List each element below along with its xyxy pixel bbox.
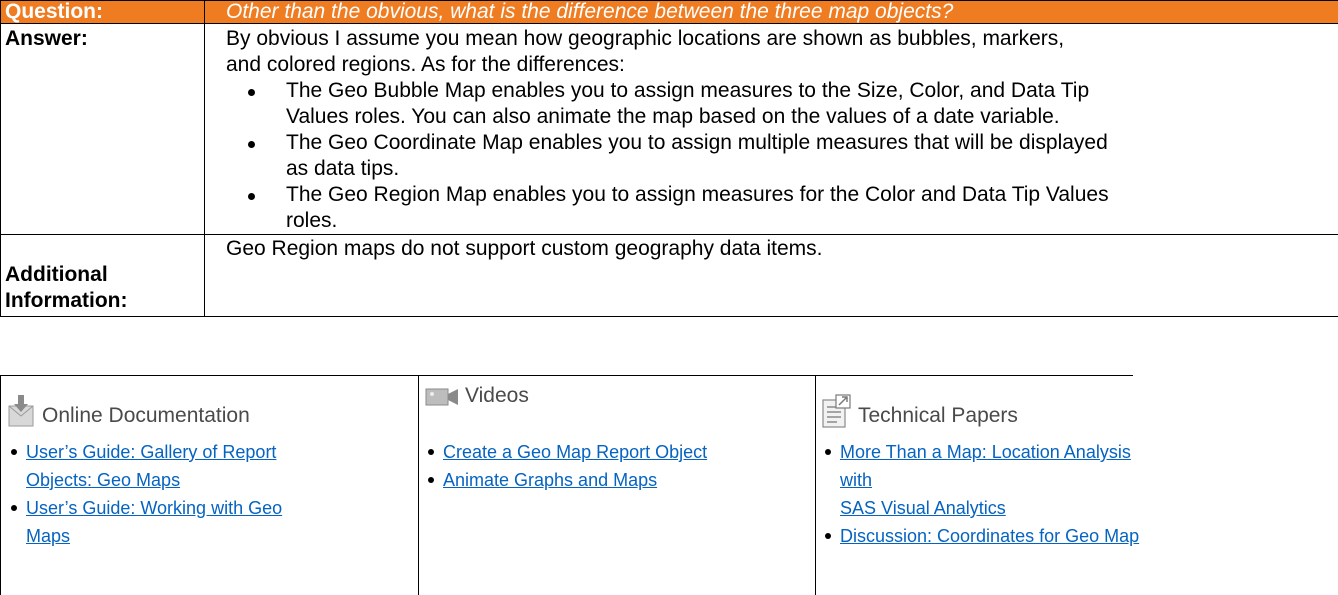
technical-papers-column: Technical Papers More Than a Map: Locati…: [822, 384, 1152, 550]
bullet-dot-icon: [428, 477, 434, 483]
paper-link-coordinates-discussion[interactable]: Discussion: Coordinates for Geo Map: [840, 526, 1139, 546]
bullet-dot-icon: [825, 449, 831, 455]
link-line: Objects: Geo Maps: [26, 470, 181, 490]
documentation-link-working-with-geo-maps[interactable]: User’s Guide: Working with Geo Maps: [26, 498, 282, 546]
online-documentation-column: Online Documentation User’s Guide: Galle…: [8, 384, 408, 550]
answer-row: Answer: By obvious I assume you mean how…: [0, 23, 1338, 235]
paper-link-location-analysis[interactable]: More Than a Map: Location Analysis with S…: [840, 442, 1131, 518]
link-line: User’s Guide: Working with Geo: [26, 498, 283, 518]
bullet-dot-icon: [428, 449, 434, 455]
list-item: Animate Graphs and Maps: [425, 466, 810, 494]
technical-papers-title: Technical Papers: [858, 404, 1018, 427]
answer-bullet-line: Values roles. You can also animate the m…: [286, 105, 1060, 128]
answer-bullet: The Geo Region Map enables you to assign…: [248, 182, 1326, 234]
resources-divider: [815, 375, 816, 595]
bullet-dot-icon: [11, 449, 17, 455]
bullet-dot-icon: [248, 141, 255, 148]
resources-left-border: [0, 375, 1, 595]
answer-label: Answer:: [0, 23, 205, 235]
answer-bullet-line: roles.: [286, 209, 338, 232]
bullet-dot-icon: [248, 193, 255, 200]
videos-link-list: Create a Geo Map Report Object Animate G…: [425, 438, 810, 494]
bullet-dot-icon: [248, 89, 255, 96]
document-download-icon: [8, 394, 36, 428]
papers-link-list: More Than a Map: Location Analysis with S…: [822, 438, 1152, 550]
video-link-create-geo-map[interactable]: Create a Geo Map Report Object: [443, 442, 707, 462]
online-documentation-header: Online Documentation: [8, 384, 408, 428]
question-label: Question:: [0, 0, 205, 24]
additional-info-row: Additional Information: Geo Region maps …: [0, 234, 1338, 317]
videos-title: Videos: [465, 384, 529, 407]
video-link-animate-graphs[interactable]: Animate Graphs and Maps: [443, 470, 657, 490]
list-item: User’s Guide: Working with Geo Maps: [8, 494, 408, 550]
answer-body: By obvious I assume you mean how geograp…: [204, 23, 1338, 235]
resources-divider: [418, 375, 419, 595]
link-line: More Than a Map: Location Analysis with: [840, 442, 1131, 490]
answer-bullet-line: The Geo Region Map enables you to assign…: [286, 183, 1109, 206]
answer-bullet-line: The Geo Bubble Map enables you to assign…: [286, 79, 1090, 102]
documentation-link-gallery[interactable]: User’s Guide: Gallery of Report Objects: …: [26, 442, 276, 490]
qa-table: Question: Other than the obvious, what i…: [0, 0, 1338, 317]
answer-bullet-line: The Geo Coordinate Map enables you to as…: [286, 131, 1108, 154]
additional-info-label: Additional Information:: [0, 234, 205, 317]
list-item: Discussion: Coordinates for Geo Map: [822, 522, 1152, 550]
video-camera-icon: [425, 386, 459, 408]
online-documentation-title: Online Documentation: [42, 404, 250, 427]
answer-intro-line-2: and colored regions. As for the differen…: [226, 53, 625, 76]
bullet-dot-icon: [11, 505, 17, 511]
technical-papers-header: Technical Papers: [822, 384, 1152, 428]
list-item: More Than a Map: Location Analysis with S…: [822, 438, 1152, 522]
videos-header: Videos: [425, 384, 810, 428]
technical-paper-icon: [822, 394, 852, 428]
videos-column: Videos Create a Geo Map Report Object An…: [425, 384, 810, 494]
answer-bullet: The Geo Bubble Map enables you to assign…: [248, 78, 1326, 130]
documentation-link-list: User’s Guide: Gallery of Report Objects: …: [8, 438, 408, 550]
answer-bullet: The Geo Coordinate Map enables you to as…: [248, 130, 1326, 182]
additional-info-label-line-2: Information:: [5, 289, 128, 312]
answer-bullet-list: The Geo Bubble Map enables you to assign…: [226, 78, 1326, 234]
bullet-dot-icon: [825, 533, 831, 539]
question-row: Question: Other than the obvious, what i…: [0, 0, 1338, 24]
list-item: User’s Guide: Gallery of Report Objects: …: [8, 438, 408, 494]
list-item: Create a Geo Map Report Object: [425, 438, 810, 466]
link-line: User’s Guide: Gallery of Report: [26, 442, 277, 462]
answer-bullet-line: as data tips.: [286, 157, 400, 180]
link-line: SAS Visual Analytics: [840, 498, 1006, 518]
link-line: Maps: [26, 526, 71, 546]
resources-top-border: [0, 375, 1133, 376]
additional-info-text: Geo Region maps do not support custom ge…: [204, 234, 1338, 317]
answer-intro-line-1: By obvious I assume you mean how geograp…: [226, 27, 1065, 50]
question-text: Other than the obvious, what is the diff…: [204, 0, 1338, 24]
additional-info-label-line-1: Additional: [5, 263, 108, 286]
